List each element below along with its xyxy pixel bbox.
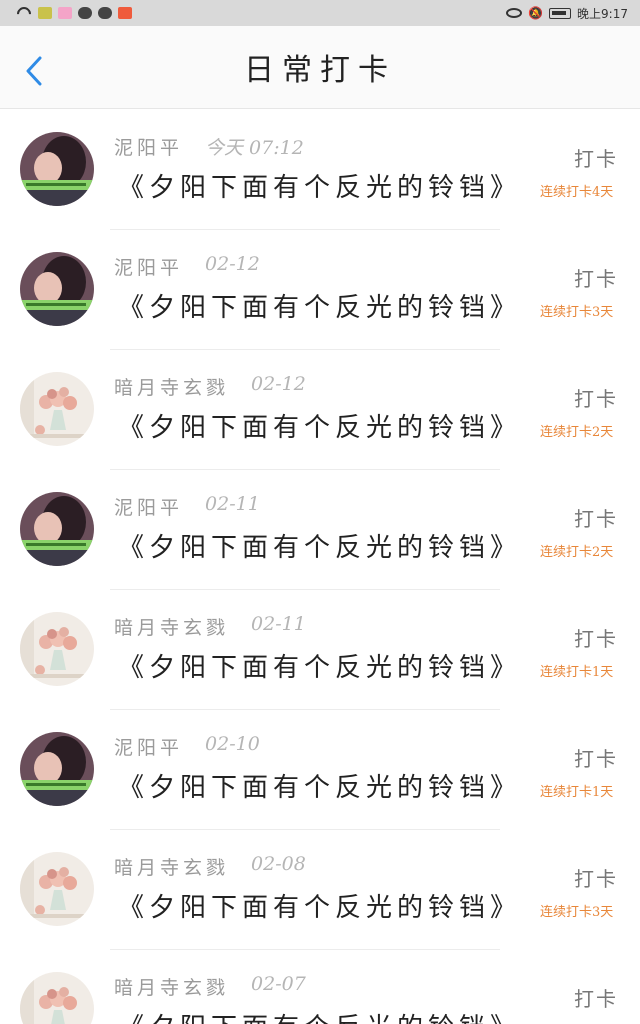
streak-badge: 连续打卡2天 [540,545,614,560]
list-item[interactable]: 泥阳平 02-12 《夕阳下面有个反光的铃铛》 打卡 连续打卡3天 [0,229,640,349]
name-line: 暗月寺玄戮 02-12 [114,373,306,400]
checkin-button[interactable]: 打卡 [574,983,618,1012]
streak-badge: 连续打卡3天 [540,905,614,920]
book-title[interactable]: 《夕阳下面有个反光的铃铛》 [118,887,521,924]
user-name[interactable]: 泥阳平 [114,253,183,280]
checkin-button[interactable]: 打卡 [574,743,618,772]
user-name[interactable]: 泥阳平 [114,733,183,760]
user-name[interactable]: 泥阳平 [114,133,183,160]
list-item[interactable]: 泥阳平 今天 07:12 《夕阳下面有个反光的铃铛》 打卡 连续打卡4天 [0,109,640,229]
mute-icon: 🔕 [528,6,544,20]
checkin-list: 泥阳平 今天 07:12 《夕阳下面有个反光的铃铛》 打卡 连续打卡4天 泥阳平… [0,109,640,1024]
cloud-icon [78,7,92,19]
streak-badge: 连续打卡2天 [540,425,614,440]
post-time: 02-07 [251,973,306,995]
book-title[interactable]: 《夕阳下面有个反光的铃铛》 [118,167,521,204]
avatar-girl-icon [20,732,94,806]
name-line: 泥阳平 02-11 [114,493,260,520]
streak-badge: 连续打卡1天 [540,785,614,800]
avatar-girl-icon [20,132,94,206]
user-name[interactable]: 暗月寺玄戮 [114,973,229,1000]
checkin-button[interactable]: 打卡 [574,263,618,292]
avatar-flowers-icon [20,372,94,446]
wifi-icon [16,7,32,19]
user-name[interactable]: 泥阳平 [114,493,183,520]
avatar-girl-icon [20,252,94,326]
name-line: 泥阳平 02-10 [114,733,260,760]
avatar-flowers-icon [20,612,94,686]
avatar[interactable] [20,732,94,806]
page-title: 日常打卡 [244,53,396,88]
list-item[interactable]: 暗月寺玄戮 02-07 《夕阳下面有个反光的铃铛》 打卡 [0,949,640,1024]
list-item[interactable]: 暗月寺玄戮 02-11 《夕阳下面有个反光的铃铛》 打卡 连续打卡1天 [0,589,640,709]
checkin-button[interactable]: 打卡 [574,623,618,652]
post-time: 02-12 [251,373,306,395]
book-title[interactable]: 《夕阳下面有个反光的铃铛》 [118,767,521,804]
avatar-flowers-icon [20,972,94,1024]
name-line: 泥阳平 02-12 [114,253,260,280]
header: 日常打卡 [0,26,640,109]
avatar-flowers-icon [20,852,94,926]
list-item[interactable]: 泥阳平 02-11 《夕阳下面有个反光的铃铛》 打卡 连续打卡2天 [0,469,640,589]
streak-badge: 连续打卡1天 [540,665,614,680]
avatar[interactable] [20,612,94,686]
checkin-button[interactable]: 打卡 [574,503,618,532]
name-line: 暗月寺玄戮 02-07 [114,973,306,1000]
battery-icon [549,7,572,19]
avatar[interactable] [20,852,94,926]
wechat-icon [98,7,112,19]
list-item[interactable]: 泥阳平 02-10 《夕阳下面有个反光的铃铛》 打卡 连续打卡1天 [0,709,640,829]
post-time: 02-08 [251,853,306,875]
avatar[interactable] [20,972,94,1024]
chevron-left-icon [26,56,42,86]
book-title[interactable]: 《夕阳下面有个反光的铃铛》 [118,527,521,564]
news-app-icon [118,7,132,19]
name-line: 暗月寺玄戮 02-11 [114,613,306,640]
post-time: 今天 07:12 [205,137,304,159]
checkin-button[interactable]: 打卡 [574,383,618,412]
name-line: 暗月寺玄戮 02-08 [114,853,306,880]
checkin-button[interactable]: 打卡 [574,863,618,892]
app-notification-icon [38,7,52,19]
user-name[interactable]: 暗月寺玄戮 [114,613,229,640]
user-name[interactable]: 暗月寺玄戮 [114,853,229,880]
back-button[interactable] [24,56,44,86]
avatar-girl-icon [20,492,94,566]
user-name[interactable]: 暗月寺玄戮 [114,373,229,400]
status-bar: 🔕 晚上9:17 [0,0,640,26]
status-time: 晚上9:17 [577,6,628,21]
eye-comfort-icon [506,8,523,18]
post-time: 02-12 [205,253,260,275]
list-item[interactable]: 暗月寺玄戮 02-12 《夕阳下面有个反光的铃铛》 打卡 连续打卡2天 [0,349,640,469]
book-title[interactable]: 《夕阳下面有个反光的铃铛》 [118,1007,521,1024]
book-title[interactable]: 《夕阳下面有个反光的铃铛》 [118,647,521,684]
book-title[interactable]: 《夕阳下面有个反光的铃铛》 [118,407,521,444]
list-item[interactable]: 暗月寺玄戮 02-08 《夕阳下面有个反光的铃铛》 打卡 连续打卡3天 [0,829,640,949]
streak-badge: 连续打卡3天 [540,305,614,320]
streak-badge: 连续打卡4天 [540,185,614,200]
post-time: 02-11 [205,493,260,515]
photo-notification-icon [58,7,72,19]
post-time: 02-11 [251,613,306,635]
name-line: 泥阳平 今天 07:12 [114,133,304,160]
book-title[interactable]: 《夕阳下面有个反光的铃铛》 [118,287,521,324]
checkin-button[interactable]: 打卡 [574,143,618,172]
status-bar-right: 🔕 晚上9:17 [506,5,628,22]
status-bar-left [16,7,132,19]
post-time: 02-10 [205,733,260,755]
avatar[interactable] [20,372,94,446]
avatar[interactable] [20,252,94,326]
avatar[interactable] [20,492,94,566]
avatar[interactable] [20,132,94,206]
